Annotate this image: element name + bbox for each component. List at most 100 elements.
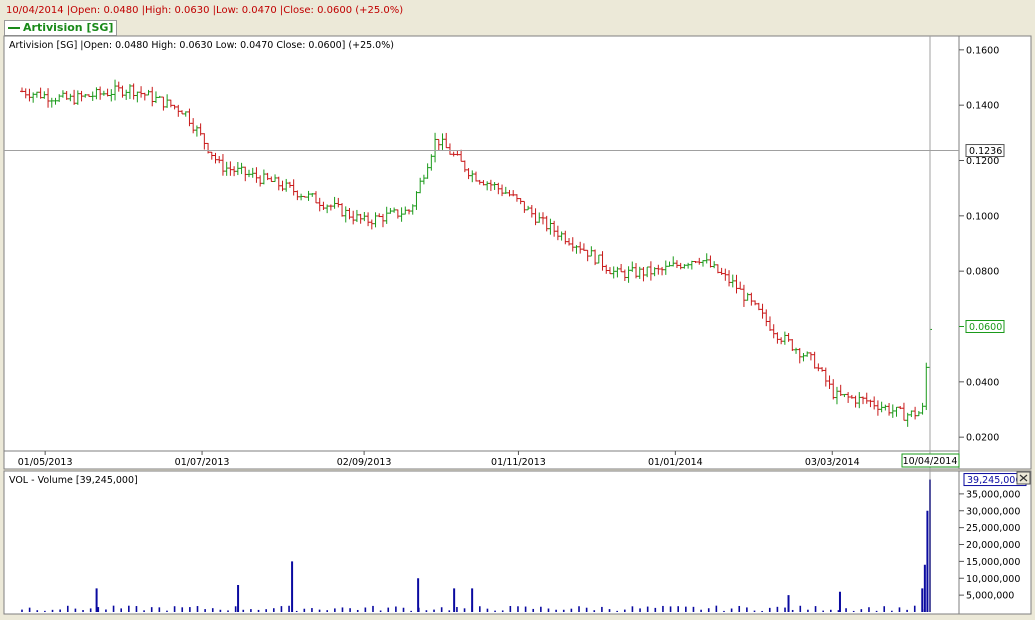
volume-bar bbox=[738, 605, 741, 612]
volume-bar bbox=[761, 610, 763, 612]
volume-bar bbox=[845, 608, 847, 612]
volume-bar bbox=[807, 609, 809, 612]
volume-bar bbox=[74, 608, 77, 612]
volume-bar bbox=[639, 608, 641, 612]
volume-bar bbox=[623, 609, 626, 612]
volume-bar bbox=[685, 606, 687, 612]
volume-tick-label: 20,000,000 bbox=[966, 540, 1020, 551]
volume-bar bbox=[524, 606, 527, 612]
volume-bar bbox=[410, 610, 412, 612]
volume-bar bbox=[28, 607, 31, 612]
volume-bar bbox=[852, 610, 855, 612]
volume-bar bbox=[898, 607, 901, 612]
volume-bar bbox=[463, 608, 466, 612]
volume-bar bbox=[158, 607, 161, 612]
volume-bar bbox=[692, 606, 695, 612]
volume-bar bbox=[677, 606, 680, 612]
volume-bar bbox=[433, 609, 435, 612]
volume-bar bbox=[440, 607, 443, 612]
volume-bar bbox=[471, 588, 474, 612]
volume-bar bbox=[906, 609, 908, 612]
crosshair-value: 0.1236 bbox=[969, 146, 1002, 157]
volume-bar bbox=[372, 605, 374, 612]
volume-bar bbox=[768, 607, 771, 612]
volume-bar bbox=[532, 608, 535, 612]
volume-bar bbox=[631, 606, 634, 612]
volume-bar bbox=[234, 606, 237, 612]
volume-bar bbox=[926, 510, 929, 612]
date-tick-label: 03/03/2014 bbox=[805, 457, 860, 468]
price-tick-label: 0.1600 bbox=[966, 45, 999, 56]
volume-bar bbox=[272, 608, 275, 612]
volume-bar bbox=[120, 608, 122, 612]
volume-bar bbox=[66, 605, 69, 612]
volume-bar bbox=[291, 561, 294, 612]
volume-bar bbox=[868, 607, 870, 612]
price-tick-label: 0.1400 bbox=[966, 101, 999, 112]
volume-bar bbox=[746, 607, 748, 612]
volume-bar bbox=[402, 607, 405, 612]
volume-bar bbox=[830, 609, 832, 612]
volume-bar bbox=[364, 607, 367, 612]
volume-bar bbox=[814, 606, 817, 612]
cursor-date: 10/04/2014 bbox=[903, 456, 958, 467]
volume-tick-label: 35,000,000 bbox=[966, 489, 1020, 500]
volume-bar bbox=[211, 608, 214, 612]
date-tick-label: 02/09/2013 bbox=[337, 457, 392, 468]
volume-bar bbox=[707, 608, 710, 612]
volume-bar bbox=[349, 608, 351, 612]
volume-bar bbox=[387, 607, 390, 612]
volume-bar bbox=[585, 607, 588, 612]
volume-bar bbox=[822, 610, 824, 612]
price-tick-label: 0.1200 bbox=[966, 156, 999, 167]
volume-bar bbox=[479, 606, 481, 612]
volume-bar bbox=[341, 607, 344, 612]
volume-bar bbox=[601, 606, 603, 612]
volume-tick-label: 10,000,000 bbox=[966, 574, 1020, 585]
volume-bar bbox=[456, 607, 458, 612]
volume-bar bbox=[570, 608, 573, 612]
volume-bar bbox=[784, 607, 786, 612]
volume-bar bbox=[501, 610, 504, 612]
volume-bar bbox=[150, 607, 153, 612]
volume-bar bbox=[891, 610, 893, 612]
volume-bar bbox=[143, 610, 145, 612]
volume-bar bbox=[257, 609, 260, 612]
volume-bar bbox=[128, 605, 130, 612]
volume-bar bbox=[95, 588, 98, 612]
volume-bar bbox=[204, 609, 206, 612]
volume-bar bbox=[237, 585, 240, 612]
volume-bar bbox=[227, 610, 229, 612]
volume-bar bbox=[555, 609, 557, 612]
volume-bar bbox=[715, 605, 718, 612]
volume-bar bbox=[453, 588, 456, 612]
volume-bar bbox=[89, 608, 92, 612]
volume-tick-label: 5,000,000 bbox=[966, 591, 1014, 602]
volume-bar bbox=[838, 591, 841, 612]
volume-bar bbox=[295, 610, 298, 612]
volume-close-button[interactable] bbox=[1016, 471, 1031, 485]
volume-bar bbox=[913, 605, 916, 612]
volume-bar bbox=[425, 610, 428, 612]
volume-bar bbox=[562, 609, 565, 612]
volume-bar bbox=[242, 609, 245, 612]
volume-bar bbox=[799, 605, 802, 612]
volume-bar bbox=[860, 609, 863, 612]
volume-bar bbox=[135, 606, 138, 612]
volume-bar bbox=[921, 588, 924, 612]
volume-bar bbox=[578, 606, 580, 612]
price-tick-label: 0.1000 bbox=[966, 211, 999, 222]
volume-tick-label: 15,000,000 bbox=[966, 557, 1020, 568]
volume-bar bbox=[923, 564, 926, 612]
volume-bar bbox=[700, 609, 702, 612]
volume-bar bbox=[791, 609, 794, 612]
chart-canvas[interactable]: Artivision [SG] |Open: 0.0480 High: 0.06… bbox=[0, 0, 1035, 620]
volume-bar bbox=[265, 609, 267, 612]
date-tick-label: 01/01/2014 bbox=[648, 457, 703, 468]
price-panel[interactable] bbox=[3, 35, 960, 452]
volume-bar bbox=[448, 610, 451, 612]
volume-bar bbox=[181, 607, 184, 612]
volume-panel[interactable] bbox=[3, 470, 960, 615]
volume-bar bbox=[616, 610, 618, 612]
price-tick-label: 0.0200 bbox=[966, 433, 999, 444]
